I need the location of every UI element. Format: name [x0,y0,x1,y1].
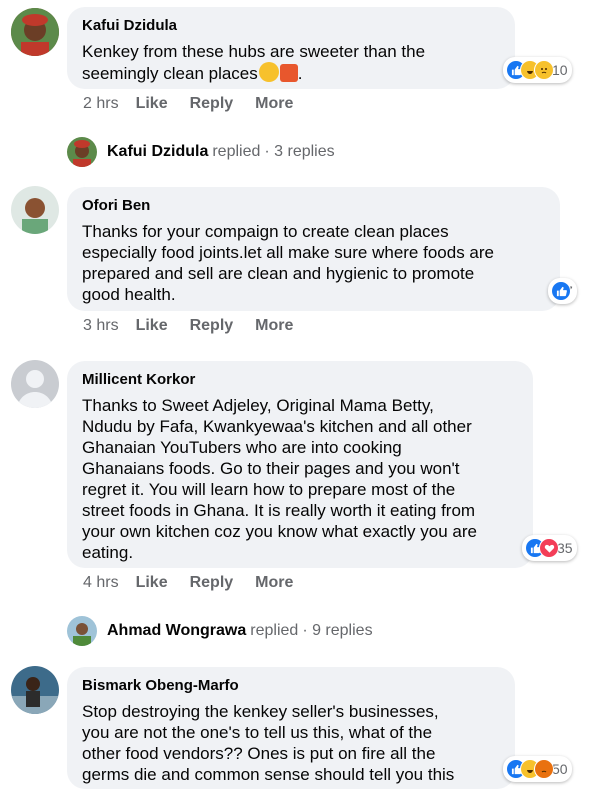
reply-verb: replied [212,143,261,160]
comment-author[interactable]: Bismark Obeng-Marfo [82,676,501,696]
avatar-millicent-korkor[interactable] [11,360,59,408]
reply-thread-toggle[interactable]: Kafui Dzidula replied · 3 replies [67,137,335,167]
comment-actions: 2 hrs Like Reply More [83,94,315,114]
avatar-kafui-dzidula[interactable] [11,8,59,56]
comment-bubble: Millicent Korkor Thanks to Sweet Adjeley… [67,361,533,568]
comment-bubble: Ofori Ben Thanks for your compaign to cr… [67,187,560,311]
comment-bubble: Bismark Obeng-Marfo Stop destroying the … [67,667,515,789]
disappointed-face-icon [258,62,279,82]
comment-actions: 3 hrs Like Reply More [83,316,315,336]
comment-actions: 4 hrs Like Reply More [83,573,315,593]
comment-time[interactable]: 3 hrs [83,316,119,336]
love-reaction-icon [539,538,559,558]
reply-count[interactable]: · 3 replies [264,143,334,161]
comment-time[interactable]: 4 hrs [83,573,119,593]
comment-body: Kenkey from these hubs are sweeter than … [82,42,426,83]
more-button[interactable]: More [255,573,293,593]
avatar-bismark-obeng-marfo[interactable] [11,666,59,714]
comment-text: Thanks to Sweet Adjeley, Original Mama B… [82,396,477,562]
reaction-summary[interactable]: 10 [503,57,572,83]
avatar-image [11,666,59,714]
like-button[interactable]: Like [136,94,168,114]
like-reaction-icon [551,281,571,301]
angry-reaction-icon [534,759,554,779]
like-button[interactable]: Like [136,316,168,336]
default-avatar-icon [11,360,59,408]
more-button[interactable]: More [255,316,293,336]
avatar-ofori-ben[interactable] [11,186,59,234]
avatar-kafui-dzidula-small [67,137,97,167]
reaction-summary[interactable]: 50 [503,756,572,782]
reply-thread-toggle[interactable]: Ahmad Wongrawa replied · 9 replies [67,616,373,646]
comment-text: Thanks for your compaign to create clean… [82,222,494,304]
reaction-summary[interactable]: 35 [522,535,577,561]
more-button[interactable]: More [255,94,293,114]
avatar-ahmad-wongrawa [67,616,97,646]
avatar-image [11,8,59,56]
comment-text: Stop destroying the kenkey seller's busi… [82,702,455,784]
comment-author[interactable]: Millicent Korkor [82,370,519,390]
comment-author[interactable]: Ofori Ben [82,196,546,216]
comment-time[interactable]: 2 hrs [83,94,119,114]
comment-bubble: Kafui Dzidula Kenkey from these hubs are… [67,7,515,89]
reply-button[interactable]: Reply [190,573,234,593]
reply-button[interactable]: Reply [190,316,234,336]
reply-author[interactable]: Kafui Dzidula [107,143,208,161]
reaction-summary[interactable]: 7 [548,278,577,304]
reply-verb: replied [250,622,299,639]
reply-button[interactable]: Reply [190,94,234,114]
like-button[interactable]: Like [136,573,168,593]
comment-author[interactable]: Kafui Dzidula [82,16,501,36]
comment-suffix: . [297,64,303,83]
gift-icon [279,64,298,82]
reply-count[interactable]: · 9 replies [302,622,372,640]
reply-author[interactable]: Ahmad Wongrawa [107,622,246,640]
avatar-image [11,186,59,234]
sad-reaction-icon [534,60,554,80]
comment-text: Kenkey from these hubs are sweeter than … [82,41,501,84]
